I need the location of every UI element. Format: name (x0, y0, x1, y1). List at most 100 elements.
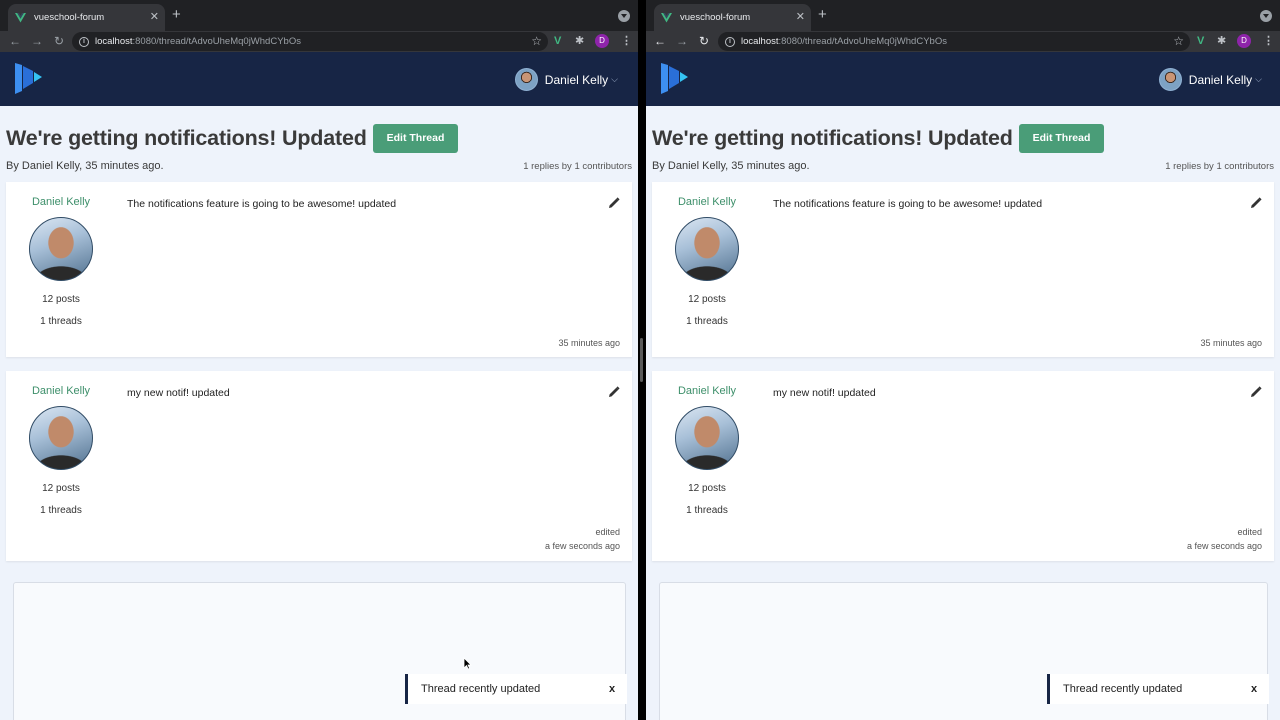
user-name: Daniel Kelly (544, 72, 609, 87)
author-thread-count: 1 threads (40, 316, 82, 327)
split-divider-handle[interactable] (640, 338, 643, 382)
thread-stats: 1 replies by 1 contributors (523, 160, 632, 172)
post: Daniel Kelly 12 posts 1 threads my new n… (652, 371, 1274, 561)
author-name-link[interactable]: Daniel Kelly (652, 385, 762, 397)
vue-devtools-icon[interactable]: V (554, 34, 561, 49)
post-date: 35 minutes ago (1200, 338, 1262, 348)
new-tab-icon[interactable]: + (818, 7, 827, 22)
info-icon[interactable]: i (725, 36, 735, 47)
post-author: Daniel Kelly 12 posts 1 threads (6, 371, 116, 516)
browser-toolbar: ← → ↻ i localhost:8080/thread/tAdvoUheMq… (646, 31, 1280, 52)
info-icon[interactable]: i (79, 36, 89, 47)
author-thread-count: 1 threads (686, 316, 728, 327)
mouse-cursor-icon (463, 657, 472, 675)
post-text: The notifications feature is going to be… (127, 198, 397, 210)
vue-favicon-icon (14, 12, 26, 24)
edit-thread-button[interactable]: Edit Thread (1018, 124, 1105, 153)
author-avatar (675, 217, 739, 281)
address-bar[interactable]: i localhost:8080/thread/tAdvoUheMq0jWhdC… (718, 32, 1190, 51)
forward-icon[interactable]: → (671, 31, 693, 52)
toast-close-button[interactable]: x (609, 683, 623, 695)
post-author: Daniel Kelly 12 posts 1 threads (652, 182, 762, 327)
tab-close-icon[interactable]: ✕ (150, 12, 159, 23)
notification-toast: Thread recently updated x (405, 674, 627, 704)
toast-message: Thread recently updated (1063, 683, 1183, 695)
tab-search-icon[interactable] (1260, 10, 1272, 22)
address-bar[interactable]: i localhost:8080/thread/tAdvoUheMq0jWhdC… (72, 32, 548, 51)
author-name-link[interactable]: Daniel Kelly (6, 385, 116, 397)
thread-header: We're getting notifications! Updated Edi… (6, 106, 632, 153)
tab-title: vueschool-forum (680, 12, 751, 23)
post: Daniel Kelly 12 posts 1 threads The noti… (6, 182, 632, 357)
post-author: Daniel Kelly 12 posts 1 threads (6, 182, 116, 327)
user-avatar (1158, 68, 1182, 91)
thread-meta: By Daniel Kelly, 35 minutes ago. 1 repli… (6, 158, 632, 174)
author-thread-count: 1 threads (40, 505, 82, 516)
pencil-edit-icon[interactable] (608, 196, 620, 208)
tab-search-icon[interactable] (618, 10, 630, 22)
extensions-icon[interactable]: ✱ (1217, 34, 1226, 49)
tab-strip: vueschool-forum ✕ + (646, 0, 1280, 31)
browser-tab[interactable]: vueschool-forum ✕ (654, 4, 811, 31)
tab-close-icon[interactable]: ✕ (796, 12, 805, 23)
pencil-edit-icon[interactable] (608, 385, 620, 397)
toast-message: Thread recently updated (421, 683, 541, 695)
browser-menu-icon[interactable]: ⋮ (1263, 34, 1274, 49)
pencil-edit-icon[interactable] (1250, 385, 1262, 397)
thread-content: We're getting notifications! Updated Edi… (646, 106, 1280, 561)
post-edited-label: edited (595, 527, 620, 537)
vue-favicon-icon (660, 12, 672, 24)
bookmark-star-icon[interactable]: ☆ (1173, 34, 1184, 48)
author-avatar (675, 406, 739, 470)
user-avatar (514, 68, 538, 91)
thread-byline: By Daniel Kelly, 35 minutes ago. (652, 160, 810, 172)
bookmark-star-icon[interactable]: ☆ (531, 34, 542, 48)
notification-toast: Thread recently updated x (1047, 674, 1269, 704)
browser-window-left: vueschool-forum ✕ + ← → ↻ i localhost:80… (0, 0, 638, 720)
user-menu[interactable]: Daniel Kelly ⌵ (514, 68, 618, 91)
author-name-link[interactable]: Daniel Kelly (6, 196, 116, 208)
site-header: Daniel Kelly ⌵ (0, 52, 638, 106)
post-edited-label: edited (1237, 527, 1262, 537)
browser-menu-icon[interactable]: ⋮ (621, 34, 632, 49)
thread-title: We're getting notifications! Updated (6, 126, 367, 150)
thread-byline: By Daniel Kelly, 35 minutes ago. (6, 160, 164, 172)
author-avatar (29, 217, 93, 281)
tab-strip: vueschool-forum ✕ + (0, 0, 638, 31)
back-icon[interactable]: ← (4, 31, 26, 52)
thread-header: We're getting notifications! Updated Edi… (652, 106, 1274, 153)
post-text: my new notif! updated (127, 387, 230, 399)
vueschool-logo-icon[interactable] (659, 61, 689, 100)
browser-toolbar: ← → ↻ i localhost:8080/thread/tAdvoUheMq… (0, 31, 638, 52)
thread-stats: 1 replies by 1 contributors (1165, 160, 1274, 172)
forward-icon[interactable]: → (26, 31, 48, 52)
user-menu[interactable]: Daniel Kelly ⌵ (1158, 68, 1262, 91)
author-post-count: 12 posts (42, 483, 80, 494)
tab-title: vueschool-forum (34, 12, 105, 23)
pencil-edit-icon[interactable] (1250, 196, 1262, 208)
user-name: Daniel Kelly (1188, 72, 1253, 87)
vueschool-logo-icon[interactable] (13, 61, 43, 100)
url-text: localhost:8080/thread/tAdvoUheMq0jWhdCYb… (95, 36, 301, 47)
site-header: Daniel Kelly ⌵ (646, 52, 1280, 106)
author-name-link[interactable]: Daniel Kelly (652, 196, 762, 208)
post-text: my new notif! updated (773, 387, 876, 399)
author-post-count: 12 posts (42, 294, 80, 305)
author-post-count: 12 posts (688, 483, 726, 494)
chevron-down-icon: ⌵ (611, 74, 618, 84)
profile-icon[interactable]: D (595, 34, 609, 48)
post: Daniel Kelly 12 posts 1 threads The noti… (652, 182, 1274, 357)
profile-icon[interactable]: D (1237, 34, 1251, 48)
back-icon[interactable]: ← (649, 31, 671, 52)
reload-icon[interactable]: ↻ (693, 31, 715, 52)
edit-thread-button[interactable]: Edit Thread (372, 124, 459, 153)
screen: vueschool-forum ✕ + ← → ↻ i localhost:80… (0, 0, 1280, 720)
extensions-icon[interactable]: ✱ (575, 34, 584, 49)
reload-icon[interactable]: ↻ (48, 31, 70, 52)
new-tab-icon[interactable]: + (172, 7, 181, 22)
post-date: 35 minutes ago (558, 338, 620, 348)
post-author: Daniel Kelly 12 posts 1 threads (652, 371, 762, 516)
vue-devtools-icon[interactable]: V (1197, 34, 1204, 49)
browser-tab[interactable]: vueschool-forum ✕ (8, 4, 165, 31)
toast-close-button[interactable]: x (1251, 683, 1265, 695)
